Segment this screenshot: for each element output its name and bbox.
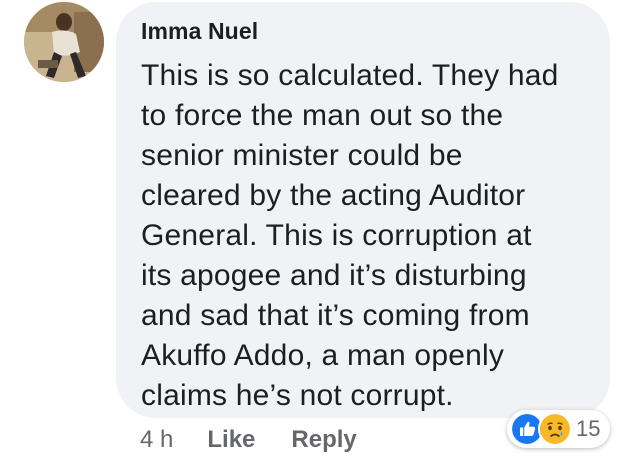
reaction-count: 15 bbox=[576, 416, 601, 441]
reactions-summary[interactable]: 15 bbox=[507, 410, 611, 448]
comment-bubble: Imma Nuel This is so calculated. They ha… bbox=[116, 2, 610, 418]
avatar[interactable] bbox=[24, 2, 104, 82]
like-button[interactable]: Like bbox=[207, 426, 255, 454]
comment-timestamp[interactable]: 4 h bbox=[140, 426, 173, 454]
reply-button[interactable]: Reply bbox=[291, 426, 356, 454]
comment-actions: 4 h Like Reply bbox=[140, 424, 357, 456]
comment-author[interactable]: Imma Nuel bbox=[141, 16, 590, 46]
comment-text: This is so calculated. They had to force… bbox=[141, 59, 559, 412]
avatar-photo bbox=[24, 2, 104, 82]
sad-reaction-icon bbox=[538, 412, 572, 446]
